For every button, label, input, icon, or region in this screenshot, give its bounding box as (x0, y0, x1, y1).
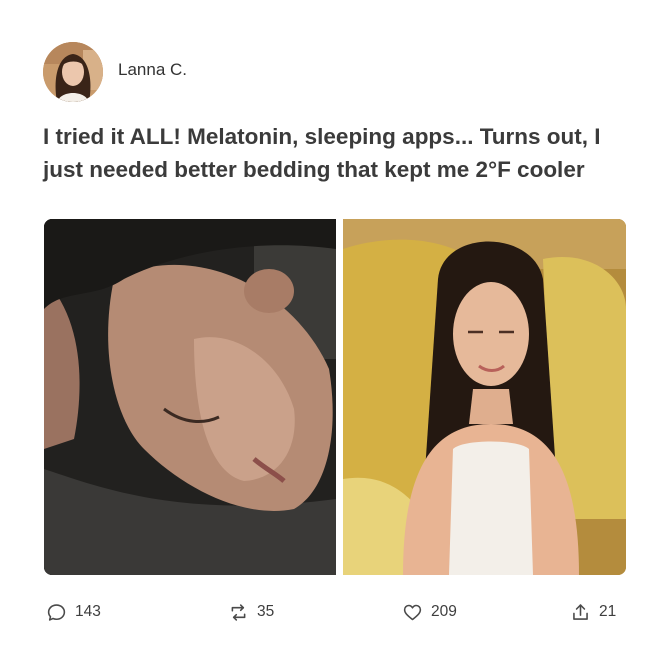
repost-count: 35 (257, 603, 275, 620)
share-count: 21 (599, 603, 617, 620)
post-image-smiling[interactable] (343, 219, 626, 575)
heart-icon (403, 604, 422, 620)
like-count: 209 (431, 603, 457, 620)
like-button[interactable]: 209 (402, 600, 457, 624)
comment-count: 143 (75, 603, 101, 620)
comment-button[interactable]: 143 (46, 600, 101, 624)
share-icon (573, 603, 588, 620)
avatar[interactable] (43, 42, 103, 102)
repost-button[interactable]: 35 (228, 600, 274, 624)
post-image-sleeping[interactable] (44, 219, 336, 575)
comment-icon (47, 603, 66, 621)
author-name[interactable]: Lanna C. (118, 60, 187, 80)
share-button[interactable]: 21 (570, 600, 616, 624)
avatar-image (43, 42, 103, 102)
post-text: I tried it ALL! Melatonin, sleeping apps… (43, 124, 601, 182)
repost-icon (231, 603, 246, 621)
